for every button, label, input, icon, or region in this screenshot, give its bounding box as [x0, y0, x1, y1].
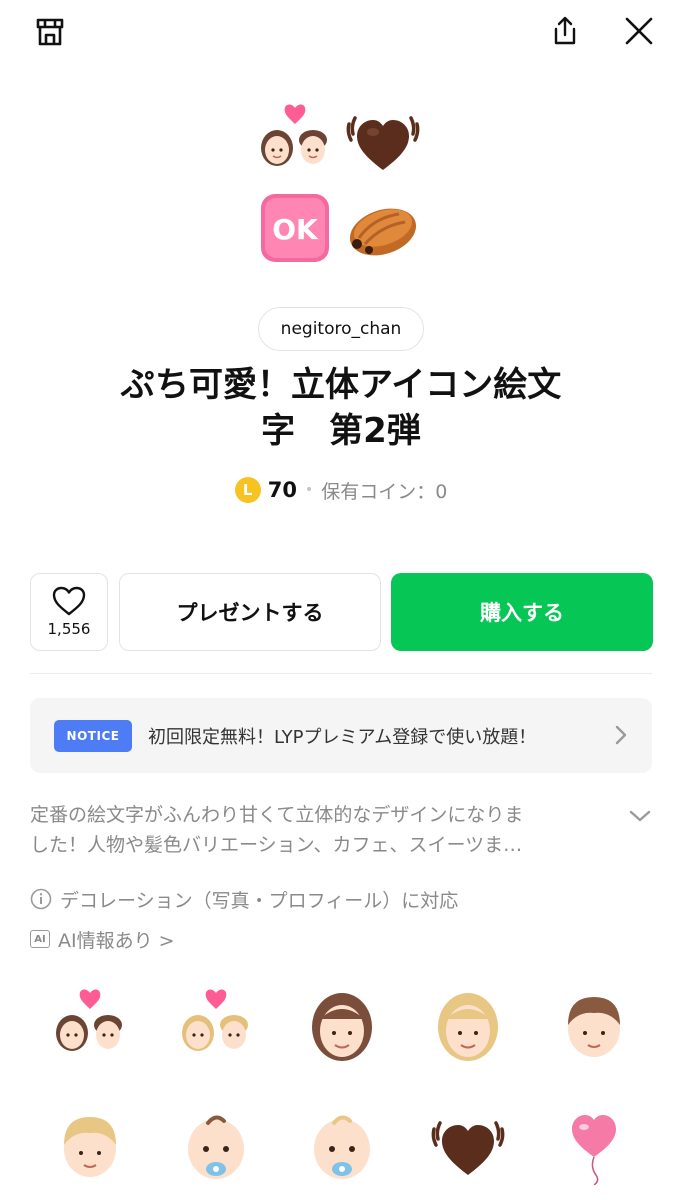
title-line: 字 第2弾 [261, 411, 421, 451]
owned-coins: 保有コイン：0 [321, 480, 448, 503]
price-value: 70 [267, 478, 297, 502]
description-line: 定番の絵文字がふんわり甘くて立体的なデザインになりま [30, 804, 524, 826]
pain-au-chocolat-icon [343, 188, 423, 268]
ok-button-icon: OK [255, 188, 335, 268]
shop-icon[interactable] [30, 12, 70, 52]
baby-brown-icon[interactable] [176, 1105, 256, 1185]
heart-outline-icon [52, 586, 86, 616]
decoration-text: デコレーション（写真・プロフィール）に対応 [60, 889, 459, 912]
woman-brown-hair-icon[interactable] [302, 985, 382, 1065]
title-line: ぷち可愛！立体アイコン絵文 [120, 365, 562, 405]
decoration-support: デコレーション（写真・プロフィール）に対応 [30, 884, 458, 914]
couple-with-heart-blonde-icon[interactable] [176, 985, 256, 1065]
boy-brown-hair-icon[interactable] [554, 985, 634, 1065]
separator-dot: • [304, 482, 314, 498]
description: 定番の絵文字がふんわり甘くて立体的なデザインになりま した！人物や髪色バリエーシ… [30, 800, 610, 860]
notice-banner[interactable]: NOTICE 初回限定無料！LYPプレミアム登録で使い放題！ [30, 698, 652, 773]
notice-badge: NOTICE [54, 719, 132, 752]
beating-heart-icon [343, 100, 423, 180]
emoji-grid [50, 985, 632, 1200]
page-title: ぷち可愛！立体アイコン絵文 字 第2弾 [40, 362, 642, 454]
heart-balloon-icon[interactable] [554, 1105, 634, 1186]
buy-button[interactable]: 購入する [391, 573, 653, 651]
boy-blonde-hair-icon[interactable] [50, 1105, 130, 1185]
hero-emoji-preview: OK [255, 100, 427, 268]
ai-info-link[interactable]: AI AI情報あり > [30, 924, 175, 954]
close-icon[interactable] [618, 10, 660, 52]
chevron-down-icon[interactable] [628, 808, 652, 827]
line-coin-icon: L [234, 477, 261, 503]
like-count: 1,556 [47, 620, 91, 638]
like-button[interactable]: 1,556 [30, 573, 108, 651]
ai-info-text: AI情報あり > [58, 929, 175, 952]
woman-blonde-hair-icon[interactable] [428, 985, 508, 1065]
top-bar [0, 0, 682, 64]
present-button[interactable]: プレゼントする [119, 573, 381, 651]
description-line: した！人物や髪色バリエーション、カフェ、スイーツま… [30, 834, 523, 856]
beating-heart-icon[interactable] [428, 1105, 508, 1185]
author-link[interactable]: negitoro_chan [258, 307, 424, 351]
price-row: L 70 • 保有コイン：0 [0, 474, 682, 506]
svg-text:OK: OK [272, 213, 319, 246]
couple-with-heart-icon[interactable] [50, 985, 130, 1065]
notice-text: 初回限定無料！LYPプレミアム登録で使い放題！ [148, 726, 537, 748]
divider [30, 673, 652, 674]
ai-icon: AI [30, 930, 50, 948]
chevron-right-icon [614, 724, 628, 750]
baby-blonde-icon[interactable] [302, 1105, 382, 1185]
couple-with-heart-icon [255, 100, 335, 180]
info-icon [30, 888, 52, 910]
share-icon[interactable] [544, 10, 586, 52]
ai-badge: AI [30, 930, 50, 948]
